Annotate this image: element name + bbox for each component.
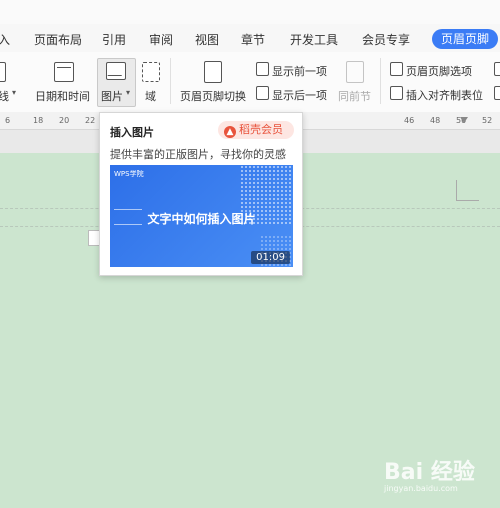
insert-align-tab-button[interactable]: 插入对齐制表位 xyxy=(406,87,483,103)
title-strip xyxy=(0,0,500,24)
header-footer-switch-button[interactable]: 页眉页脚切换 xyxy=(180,88,246,104)
member-badge[interactable]: ▲ 稻壳会员 xyxy=(218,121,294,139)
tab-references[interactable]: 引用 xyxy=(102,31,126,48)
tutorial-video-thumbnail[interactable]: WPS学院 文字中如何插入图片 01:09 xyxy=(110,165,293,267)
ruler-number: 52 xyxy=(482,116,493,125)
watermark-url: jingyan.baidu.com xyxy=(384,484,458,493)
video-duration: 01:09 xyxy=(251,251,290,264)
picture-button-label: 图片 xyxy=(101,90,123,103)
picture-icon xyxy=(106,62,126,80)
member-badge-label: 稻壳会员 xyxy=(239,123,283,136)
overflow-icon[interactable] xyxy=(494,86,500,100)
header-footer-switch-icon xyxy=(204,61,222,83)
ruler-number: 22 xyxy=(85,116,96,125)
ruler-number: 6 xyxy=(5,116,11,125)
tab-page-layout[interactable]: 页面布局 xyxy=(34,31,82,48)
line-button-label[interactable]: 线 xyxy=(0,88,9,104)
ribbon-divider xyxy=(380,58,381,104)
tooltip-description: 提供丰富的正版图片，寻找你的灵感 xyxy=(110,148,286,161)
header-footer-options-button[interactable]: 页眉页脚选项 xyxy=(406,63,472,79)
ruler-number: 46 xyxy=(404,116,415,125)
tab-developer[interactable]: 开发工具 xyxy=(290,31,338,48)
member-flame-icon: ▲ xyxy=(224,126,236,138)
tab-chapter[interactable]: 章节 xyxy=(241,31,265,48)
tab-review[interactable]: 审阅 xyxy=(149,31,173,48)
tab-view[interactable]: 视图 xyxy=(195,31,219,48)
ribbon-divider xyxy=(170,58,171,104)
video-brand-logo: WPS学院 xyxy=(114,170,144,178)
insert-align-tab-icon xyxy=(390,86,403,100)
picture-dropdown-chevron-icon[interactable]: ▾ xyxy=(126,88,130,97)
ruler-indent-marker-icon[interactable] xyxy=(460,117,468,123)
ruler-number: 18 xyxy=(33,116,44,125)
tab-insert[interactable]: 入 xyxy=(0,31,10,48)
calendar-icon xyxy=(54,62,74,82)
insert-picture-tooltip: 插入图片 ▲ 稻壳会员 提供丰富的正版图片，寻找你的灵感 WPS学院 文字中如何插… xyxy=(99,112,303,276)
same-as-previous-button[interactable]: 同前节 xyxy=(338,88,371,104)
header-footer-options-icon xyxy=(390,62,403,76)
same-as-previous-icon xyxy=(346,61,364,83)
line-icon xyxy=(0,62,6,82)
page-corner-mark xyxy=(456,180,479,201)
tab-member[interactable]: 会员专享 xyxy=(362,31,410,48)
tab-header-footer[interactable]: 页眉页脚 xyxy=(432,29,498,49)
line-dropdown-chevron-icon[interactable]: ▾ xyxy=(12,88,16,97)
field-icon xyxy=(142,62,160,82)
show-next-button[interactable]: 显示后一项 xyxy=(272,87,327,103)
datetime-button[interactable]: 日期和时间 xyxy=(35,88,90,104)
show-next-icon xyxy=(256,86,269,100)
show-prev-button[interactable]: 显示前一项 xyxy=(272,63,327,79)
tooltip-title: 插入图片 xyxy=(110,126,154,139)
video-title: 文字中如何插入图片 xyxy=(147,212,256,226)
overflow-icon[interactable] xyxy=(494,62,500,76)
ruler-number: 20 xyxy=(59,116,70,125)
ruler-number: 48 xyxy=(430,116,441,125)
field-button[interactable]: 域 xyxy=(145,88,156,104)
baidu-jingyan-watermark: Bai 经验 xyxy=(384,460,475,485)
show-prev-icon xyxy=(256,62,269,76)
